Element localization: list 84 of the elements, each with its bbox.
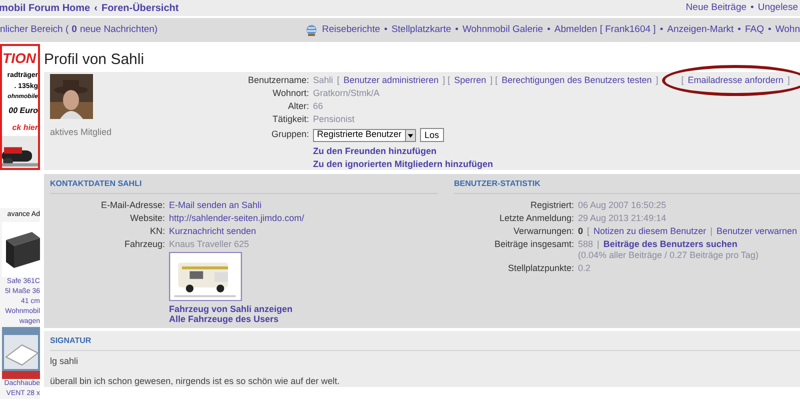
- nav-link[interactable]: Reiseberichte: [322, 22, 380, 38]
- value-text: ] [: [490, 75, 498, 86]
- nav-link[interactable]: FAQ: [745, 22, 764, 38]
- value-text: |: [710, 226, 712, 237]
- signature-text: überall bin ich schon gewesen, nirgends ist es so schön wie auf der welt.: [50, 376, 341, 387]
- value-text: 29 Aug 2013 21:49:14: [578, 213, 666, 224]
- action-link[interactable]: Zu den Freunden hinzufügen: [313, 145, 436, 158]
- value-text: [: [337, 75, 340, 86]
- section-heading: KONTAKTDATEN SAHLI: [50, 178, 438, 194]
- group-select[interactable]: Registrierte Benutzer: [313, 128, 416, 142]
- value-text: ] [: [442, 75, 450, 86]
- field-label: E-Mail-Adresse:: [100, 200, 165, 211]
- value-text: 0.2: [578, 263, 591, 274]
- note-text: (0.04% aller Beiträge / 0.27 Beiträge pro Tag): [578, 250, 758, 261]
- signature-text: lg sahli: [50, 356, 80, 367]
- section-heading: SIGNATUR: [50, 335, 800, 351]
- caret-icon: [404, 130, 415, 140]
- link[interactable]: Benutzer verwarnen: [716, 226, 797, 237]
- value-text: [: [587, 226, 590, 237]
- vehicle-link[interactable]: Alle Fahrzeuge des Users: [169, 314, 279, 324]
- breadcrumb-link[interactable]: Foren-Übersicht: [101, 0, 179, 16]
- nav-link[interactable]: Abmelden [ Frank1604 ]: [554, 22, 656, 38]
- field-label: Website:: [129, 213, 165, 224]
- nav-link[interactable]: •: [750, 0, 754, 16]
- field-label: KN:: [148, 226, 165, 237]
- section-heading: BENUTZER-STATISTIK: [454, 178, 800, 194]
- breadcrumb-link[interactable]: ‹: [94, 0, 98, 16]
- value-text: [: [681, 75, 684, 86]
- value-text: 06 Aug 2007 16:50:25: [578, 200, 666, 211]
- page-title: Profil von Sahli: [44, 50, 146, 70]
- field-label: Alter:: [286, 101, 309, 112]
- value-text: Knaus Traveller 625: [169, 239, 250, 250]
- nav-link[interactable]: Stellplatzkarte: [391, 22, 452, 38]
- field-label: Beiträge insgesamt:: [493, 239, 574, 250]
- value-text: |: [597, 239, 600, 250]
- separator: •: [768, 22, 772, 37]
- link[interactable]: Beiträge des Benutzers suchen: [603, 239, 738, 250]
- member-status: aktives Mitglied: [50, 126, 113, 139]
- field-label: Verwarnungen:: [512, 226, 574, 237]
- link[interactable]: Kurznachricht senden: [169, 226, 256, 237]
- field-label: Gruppen:: [270, 128, 309, 142]
- link[interactable]: E-Mail senden an Sahli: [169, 200, 262, 211]
- separator: •: [384, 22, 388, 37]
- value-text: Pensionist: [313, 114, 355, 125]
- ad-text: 00 Euro: [8, 105, 38, 117]
- nav-link[interactable]: Wohnmobil Galerie: [462, 22, 544, 38]
- value-text: Gratkorn/Stmk/A: [313, 88, 380, 99]
- value-text: 66: [313, 101, 324, 112]
- value-text: Sahli: [313, 75, 334, 86]
- field-label: Benutzername:: [246, 75, 309, 86]
- ad-text: ck hier: [12, 122, 38, 134]
- go-button[interactable]: Los: [420, 128, 444, 142]
- value-text: 0: [578, 226, 584, 237]
- globe-icon[interactable]: [305, 24, 318, 36]
- link[interactable]: Emailadresse anfordern: [688, 75, 784, 86]
- link[interactable]: Benutzer administrieren: [344, 75, 439, 86]
- field-label: Wohnort:: [272, 88, 309, 99]
- message-link[interactable]: nlicher Bereich (: [0, 22, 69, 38]
- nav-link[interactable]: Anzeigen-Markt: [667, 22, 734, 38]
- field-label: Registriert:: [529, 200, 574, 211]
- value-text: ]: [787, 75, 790, 86]
- link[interactable]: Notizen zu diesem Benutzer: [594, 226, 706, 237]
- link[interactable]: http://sahlender-seiten.jimdo.com/: [169, 213, 304, 224]
- link[interactable]: Sperren: [454, 75, 486, 86]
- separator: •: [455, 22, 458, 37]
- separator: •: [660, 22, 664, 37]
- separator: •: [738, 22, 741, 37]
- ad-text: TION: [2, 49, 38, 68]
- nav-link[interactable]: Ungelese: [758, 0, 798, 16]
- nav-link[interactable]: Wohn: [775, 22, 800, 38]
- value-text: ]: [656, 75, 658, 86]
- breadcrumb-link[interactable]: mobil Forum Home: [0, 0, 90, 16]
- value-text: 588: [578, 239, 594, 250]
- field-label: Tätigkeit:: [271, 114, 309, 125]
- field-label: Letzte Anmeldung:: [498, 213, 574, 224]
- link[interactable]: Berechtigungen des Benutzers testen: [502, 75, 652, 86]
- nav-link[interactable]: Neue Beiträge: [686, 0, 747, 16]
- field-label: Stellplatzpunkte:: [506, 263, 574, 274]
- separator: •: [547, 22, 550, 37]
- action-link[interactable]: Zu den ignorierten Mitgliedern hinzufügen: [313, 158, 493, 171]
- message-link[interactable]: neue Nachrichten): [80, 22, 158, 38]
- vehicle-link[interactable]: Fahrzeug von Sahli anzeigen: [169, 304, 293, 314]
- field-label: Fahrzeug:: [123, 239, 165, 250]
- message-link[interactable]: 0: [72, 22, 77, 38]
